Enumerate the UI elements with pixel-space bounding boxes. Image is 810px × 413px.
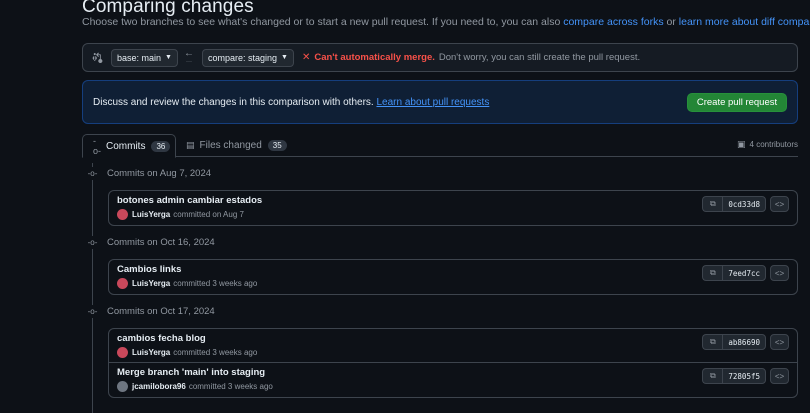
copy-icon[interactable]: ⧉: [702, 196, 723, 212]
branch-range-bar: base: main ▼ ← ··· compare: staging ▼ ✕ Can…: [82, 43, 798, 72]
compare-branch-label: compare: staging: [207, 52, 278, 63]
commit-time: committed 3 weeks ago: [188, 382, 273, 391]
timeline-line: [92, 163, 93, 413]
contributors-label: 4 contributors: [749, 140, 798, 149]
tab-commits-label: Commits: [106, 140, 146, 152]
avatar[interactable]: [117, 209, 128, 220]
code-icon[interactable]: <>: [770, 265, 789, 281]
commit-sha-link[interactable]: 72805f5: [722, 368, 766, 384]
subtitle-or: or: [663, 16, 679, 28]
commit-message-link[interactable]: Merge branch 'main' into staging: [117, 367, 265, 378]
group-date: Commits on Aug 7, 2024: [107, 168, 212, 179]
code-icon[interactable]: <>: [770, 368, 789, 384]
tab-files-label: Files changed: [199, 140, 262, 151]
commit-meta: jcamilobora96 committed 3 weeks ago: [117, 381, 273, 392]
commit-list: botones admin cambiar estados LuisYerga …: [108, 190, 798, 226]
commit-author[interactable]: jcamilobora96: [132, 382, 186, 391]
tab-files-changed[interactable]: ▤ Files changed 35: [176, 134, 297, 157]
commit-row: botones admin cambiar estados LuisYerga …: [109, 191, 797, 225]
copy-icon[interactable]: ⧉: [702, 334, 723, 350]
commit-row: Merge branch 'main' into staging jcamilo…: [109, 363, 797, 397]
page-subtitle: Choose two branches to see what's change…: [82, 16, 810, 28]
avatar[interactable]: [117, 278, 128, 289]
base-branch-label: base: main: [117, 52, 162, 63]
subtitle-text: Choose two branches to see what's change…: [82, 16, 564, 28]
caret-down-icon: ▼: [281, 54, 288, 61]
commit-row: cambios fecha blog LuisYerga committed 3…: [109, 329, 797, 363]
commit-group-heading: -o- Commits on Oct 16, 2024: [86, 236, 215, 249]
compare-across-forks-link[interactable]: compare across forks: [563, 16, 663, 28]
code-icon[interactable]: <>: [770, 334, 789, 350]
learn-diff-comparisons-link[interactable]: learn more about diff comparisons: [679, 16, 810, 28]
tab-commits[interactable]: -o- Commits 36: [82, 134, 176, 158]
commit-meta: LuisYerga committed 3 weeks ago: [117, 278, 257, 289]
files-count-badge: 35: [267, 140, 287, 151]
commit-message-link[interactable]: botones admin cambiar estados: [117, 195, 262, 206]
commit-sha-link[interactable]: 7eed7cc: [722, 265, 766, 281]
commit-sha-link[interactable]: ab86690: [722, 334, 766, 350]
code-icon[interactable]: <>: [770, 196, 789, 212]
caret-down-icon: ▼: [165, 54, 172, 61]
commit-author[interactable]: LuisYerga: [132, 210, 170, 219]
file-diff-icon: ▤: [186, 140, 195, 150]
arrow-left-icon: ← ···: [183, 47, 194, 65]
commit-meta: LuisYerga committed on Aug 7: [117, 209, 244, 220]
pull-request-banner: Discuss and review the changes in this c…: [82, 80, 798, 124]
x-icon: ✕: [301, 52, 311, 63]
commit-list: Cambios links LuisYerga committed 3 week…: [108, 259, 798, 295]
merge-note: Don't worry, you can still create the pu…: [438, 52, 641, 63]
commit-actions: ⧉ ab86690 <>: [702, 334, 789, 350]
commit-actions: ⧉ 0cd33d8 <>: [702, 196, 789, 212]
group-date: Commits on Oct 16, 2024: [107, 237, 215, 248]
people-icon: ▣: [737, 139, 746, 149]
learn-pull-requests-link[interactable]: Learn about pull requests: [376, 97, 489, 108]
commit-icon: -o-: [86, 167, 99, 180]
commit-time: committed on Aug 7: [173, 210, 244, 219]
commit-sha-link[interactable]: 0cd33d8: [722, 196, 766, 212]
commit-actions: ⧉ 72805f5 <>: [702, 368, 789, 384]
avatar[interactable]: [117, 347, 128, 358]
group-date: Commits on Oct 17, 2024: [107, 306, 215, 317]
merge-status: Can't automatically merge.: [314, 52, 435, 63]
banner-text: Discuss and review the changes in this c…: [93, 96, 377, 108]
commit-time: committed 3 weeks ago: [173, 279, 258, 288]
commit-list: cambios fecha blog LuisYerga committed 3…: [108, 328, 798, 398]
commit-message-link[interactable]: Cambios links: [117, 264, 181, 275]
commit-meta: LuisYerga committed 3 weeks ago: [117, 347, 257, 358]
commit-icon: -o-: [86, 236, 99, 249]
commit-actions: ⧉ 7eed7cc <>: [702, 265, 789, 281]
banner-message: Discuss and review the changes in this c…: [93, 97, 489, 108]
commit-row: Cambios links LuisYerga committed 3 week…: [109, 260, 797, 294]
commit-icon: -o-: [86, 305, 99, 318]
commit-time: committed 3 weeks ago: [173, 348, 258, 357]
commit-author[interactable]: LuisYerga: [132, 348, 170, 357]
commits-count-badge: 36: [151, 140, 171, 152]
contributors-link[interactable]: ▣ 4 contributors: [737, 139, 798, 150]
avatar[interactable]: [117, 381, 128, 392]
copy-icon[interactable]: ⧉: [702, 265, 723, 281]
commit-icon: -o-: [93, 136, 102, 156]
git-compare-icon[interactable]: [91, 52, 103, 64]
compare-branch-select[interactable]: compare: staging ▼: [201, 48, 294, 67]
create-pull-request-button[interactable]: Create pull request: [687, 93, 787, 112]
comparison-tabs: -o- Commits 36 ▤ Files changed 35 ▣ 4 co…: [82, 134, 798, 158]
copy-icon[interactable]: ⧉: [702, 368, 723, 384]
commit-author[interactable]: LuisYerga: [132, 279, 170, 288]
commit-message-link[interactable]: cambios fecha blog: [117, 333, 206, 344]
commit-group-heading: -o- Commits on Aug 7, 2024: [86, 167, 211, 180]
commit-group-heading: -o- Commits on Oct 17, 2024: [86, 305, 215, 318]
base-branch-select[interactable]: base: main ▼: [111, 48, 178, 67]
